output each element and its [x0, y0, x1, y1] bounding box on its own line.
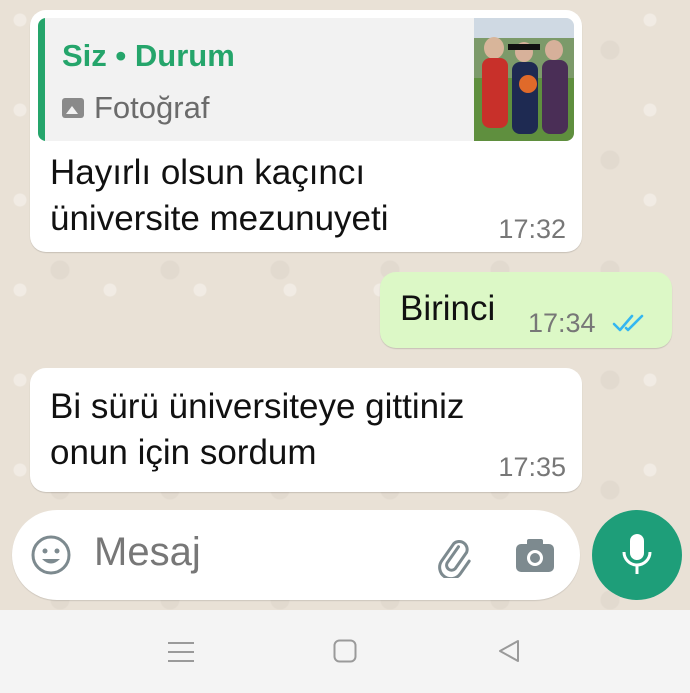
camera-icon[interactable] [514, 536, 556, 574]
status-photo-thumbnail [474, 18, 574, 141]
message-line: Bi sürü üniversiteye gittiniz [50, 387, 465, 426]
voice-record-button[interactable] [592, 510, 682, 600]
message-input[interactable]: Mesaj [94, 530, 201, 575]
menu-icon[interactable] [168, 640, 194, 664]
mic-icon [622, 534, 652, 574]
double-check-icon [612, 314, 644, 332]
message-incoming-1[interactable]: Siz • Durum Fotoğraf Hayırlı olsun kaçın… [30, 10, 582, 252]
message-line: üniversite mezunuyeti [50, 199, 389, 238]
photo-icon [62, 98, 84, 118]
quote-author: Siz • Durum [62, 38, 235, 73]
message-outgoing-1[interactable]: Birinci 17:34 [380, 272, 672, 348]
message-time: 17:34 [528, 308, 596, 338]
attach-icon[interactable] [430, 534, 474, 578]
home-icon[interactable] [333, 639, 357, 663]
message-time: 17:32 [498, 214, 566, 244]
emoji-icon[interactable] [30, 534, 72, 576]
back-icon[interactable] [496, 638, 522, 664]
quote-accent-bar [38, 18, 45, 141]
message-text: Bi sürü üniversiteye gittiniz onun için … [50, 384, 464, 476]
message-time: 17:35 [498, 452, 566, 482]
message-incoming-2[interactable]: Bi sürü üniversiteye gittiniz onun için … [30, 368, 582, 492]
message-line: Hayırlı olsun kaçıncı [50, 153, 366, 192]
message-composer[interactable]: Mesaj [12, 510, 580, 600]
message-text: Hayırlı olsun kaçıncı üniversite mezunuy… [50, 150, 389, 242]
quote-type: Fotoğraf [62, 90, 209, 126]
system-navigation-bar [0, 610, 690, 693]
quoted-status[interactable]: Siz • Durum Fotoğraf [38, 18, 574, 141]
message-text: Birinci [400, 289, 496, 328]
quote-type-label: Fotoğraf [94, 90, 210, 125]
message-line: onun için sordum [50, 433, 317, 472]
